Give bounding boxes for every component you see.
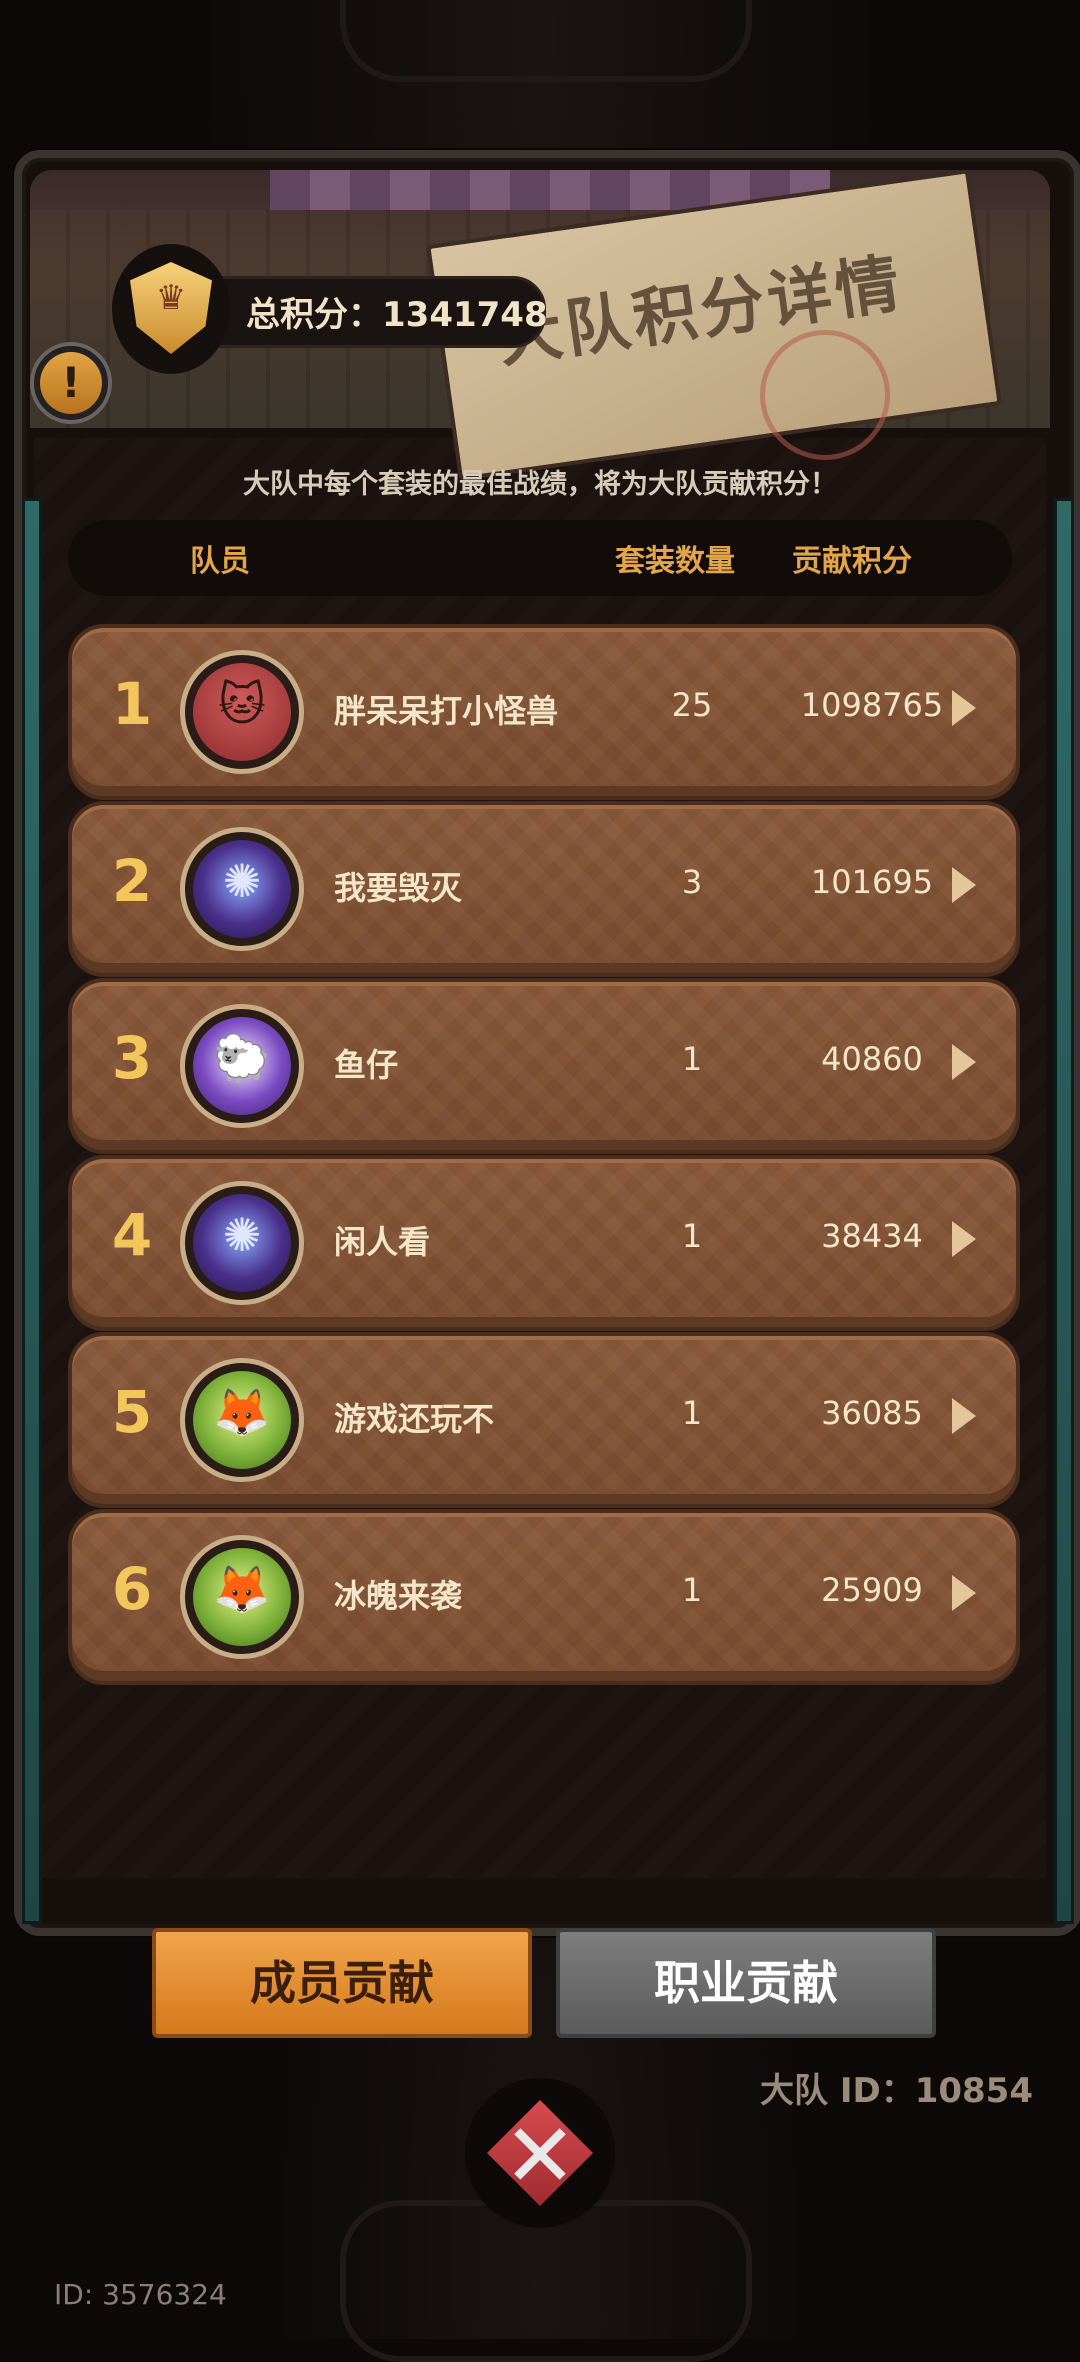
member-name: 游戏还玩不	[334, 1400, 495, 1438]
rank-number: 4	[111, 1201, 153, 1269]
set-count: 1	[681, 1571, 703, 1609]
squad-id-text: 大队 ID：10854	[760, 2071, 1033, 2111]
chevron-right-icon[interactable]	[952, 867, 976, 903]
contribution-score: 1098765	[800, 686, 944, 724]
avatar: 🐱	[180, 650, 304, 774]
chevron-right-icon[interactable]	[952, 1398, 976, 1434]
swirl-icon: ✺	[222, 854, 262, 908]
contribution-score: 36085	[821, 1394, 923, 1432]
chevron-right-icon[interactable]	[952, 1221, 976, 1257]
total-score-label: 总积分：1341748	[246, 295, 548, 335]
rank-number: 3	[111, 1024, 153, 1092]
close-icon: ✕	[503, 2104, 577, 2207]
fox-face-icon: 🦊	[213, 1385, 271, 1439]
contribution-score: 38434	[821, 1217, 923, 1255]
member-name: 我要毁灭	[334, 869, 463, 907]
table-row[interactable]: 3 🐑 鱼仔 1 40860	[68, 978, 1020, 1154]
member-name: 冰魄来袭	[334, 1577, 463, 1615]
fox-face-icon: 🦊	[213, 1562, 271, 1616]
avatar: ✺	[180, 1181, 304, 1305]
sheep-face-icon: 🐑	[213, 1031, 271, 1085]
crown-icon: ♛	[155, 278, 187, 318]
cat-face-icon: 🐱	[218, 677, 266, 731]
tab-class-contribution[interactable]: 职业贡献	[556, 1928, 936, 2038]
set-count: 3	[681, 863, 703, 901]
close-button[interactable]: ✕	[465, 2078, 615, 2228]
table-row[interactable]: 4 ✺ 闲人看 1 38434	[68, 1155, 1020, 1331]
avatar: 🐑	[180, 1004, 304, 1128]
info-button[interactable]: !	[30, 342, 112, 424]
tab-member-contribution[interactable]: 成员贡献	[152, 1928, 532, 2038]
right-side-bar	[1054, 498, 1074, 1924]
table-row[interactable]: 5 🦊 游戏还玩不 1 36085	[68, 1332, 1020, 1508]
medal-icon: ♛	[112, 244, 230, 374]
chevron-right-icon[interactable]	[952, 1044, 976, 1080]
top-ornament	[340, 0, 752, 82]
chevron-right-icon[interactable]	[952, 1575, 976, 1611]
member-name: 鱼仔	[334, 1046, 399, 1084]
contribution-score: 101695	[810, 863, 934, 901]
table-row[interactable]: 1 🐱 胖呆呆打小怪兽 25 1098765	[68, 624, 1020, 800]
avatar: 🦊	[180, 1358, 304, 1482]
rank-number: 2	[111, 847, 153, 915]
swirl-icon: ✺	[222, 1208, 262, 1262]
set-count: 1	[681, 1040, 703, 1078]
description-text: 大队中每个套装的最佳战绩，将为大队贡献积分！	[243, 469, 837, 500]
avatar: 🦊	[180, 1535, 304, 1659]
set-count: 1	[681, 1217, 703, 1255]
stamp-decoration	[760, 330, 890, 460]
set-count: 25	[671, 686, 713, 724]
chevron-right-icon[interactable]	[952, 690, 976, 726]
column-header-sets: 套装数量	[615, 544, 735, 579]
exclamation-icon: !	[40, 352, 102, 414]
set-count: 1	[681, 1394, 703, 1432]
rank-number: 5	[111, 1378, 153, 1446]
member-name: 闲人看	[334, 1223, 431, 1261]
column-header-member: 队员	[190, 544, 250, 579]
avatar: ✺	[180, 827, 304, 951]
rank-number: 6	[111, 1555, 153, 1623]
member-name: 胖呆呆打小怪兽	[334, 692, 559, 730]
user-id-text: ID: 3576324	[54, 2278, 227, 2311]
column-header-score: 贡献积分	[792, 544, 912, 579]
rank-number: 1	[111, 670, 153, 738]
table-row[interactable]: 6 🦊 冰魄来袭 1 25909	[68, 1509, 1020, 1685]
table-row[interactable]: 2 ✺ 我要毁灭 3 101695	[68, 801, 1020, 977]
contribution-score: 25909	[821, 1571, 923, 1609]
left-side-bar	[22, 498, 42, 1924]
contribution-score: 40860	[821, 1040, 923, 1078]
